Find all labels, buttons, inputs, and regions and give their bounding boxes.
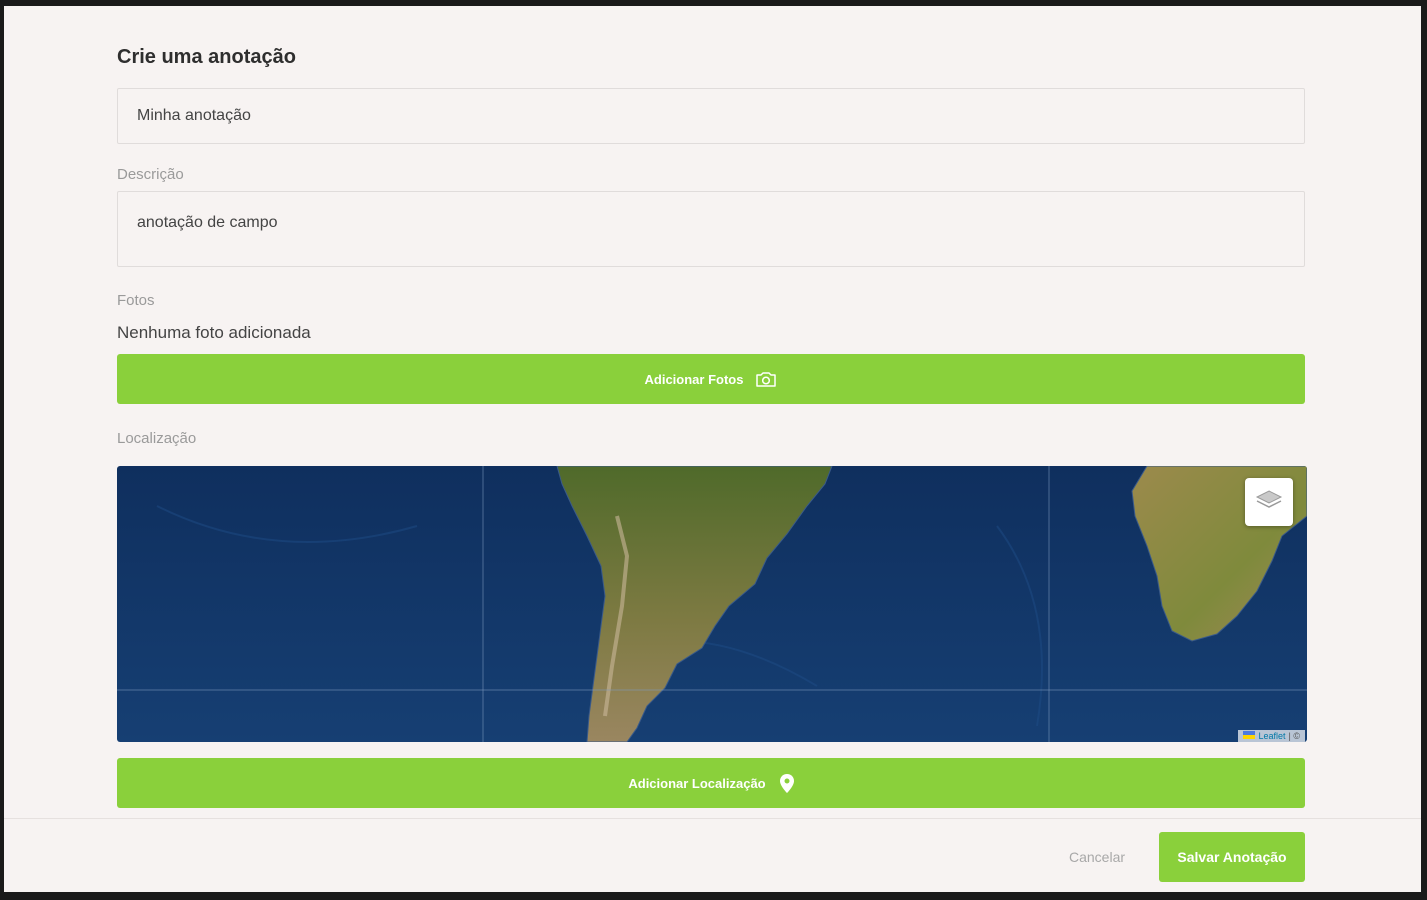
dialog-footer: Cancelar Salvar Anotação [4, 818, 1421, 892]
add-photos-button[interactable]: Adicionar Fotos [117, 354, 1305, 404]
map-layers-button[interactable] [1245, 478, 1293, 526]
map-attribution[interactable]: Leaflet | © [1238, 730, 1305, 742]
name-input[interactable]: Minha anotação [117, 88, 1305, 144]
camera-icon [755, 371, 777, 387]
location-map[interactable]: Leaflet | © [117, 466, 1307, 742]
leaflet-link[interactable]: Leaflet [1258, 731, 1285, 741]
photos-empty-text: Nenhuma foto adicionada [117, 323, 311, 342]
name-input-value: Minha anotação [137, 107, 251, 124]
description-textarea[interactable]: anotação de campo [117, 191, 1305, 267]
add-location-button[interactable]: Adicionar Localização [117, 758, 1305, 808]
save-annotation-button[interactable]: Salvar Anotação [1159, 832, 1305, 882]
annotation-dialog: Crie uma anotação Minha anotação Descriç… [4, 6, 1421, 892]
map-pin-icon [779, 773, 794, 793]
ukraine-flag-icon [1243, 731, 1256, 741]
add-location-button-label: Adicionar Localização [628, 775, 766, 791]
dialog-title: Crie uma anotação [117, 46, 296, 68]
description-textarea-value: anotação de campo [137, 214, 278, 231]
satellite-map-tiles [117, 466, 1307, 742]
location-label: Localização [117, 430, 197, 447]
photos-label: Fotos [117, 292, 155, 309]
layers-icon [1255, 488, 1283, 517]
add-photos-button-label: Adicionar Fotos [644, 371, 744, 387]
cancel-button[interactable]: Cancelar [1069, 849, 1125, 865]
attribution-copyright: | © [1288, 731, 1300, 741]
description-label: Descrição [117, 166, 184, 183]
